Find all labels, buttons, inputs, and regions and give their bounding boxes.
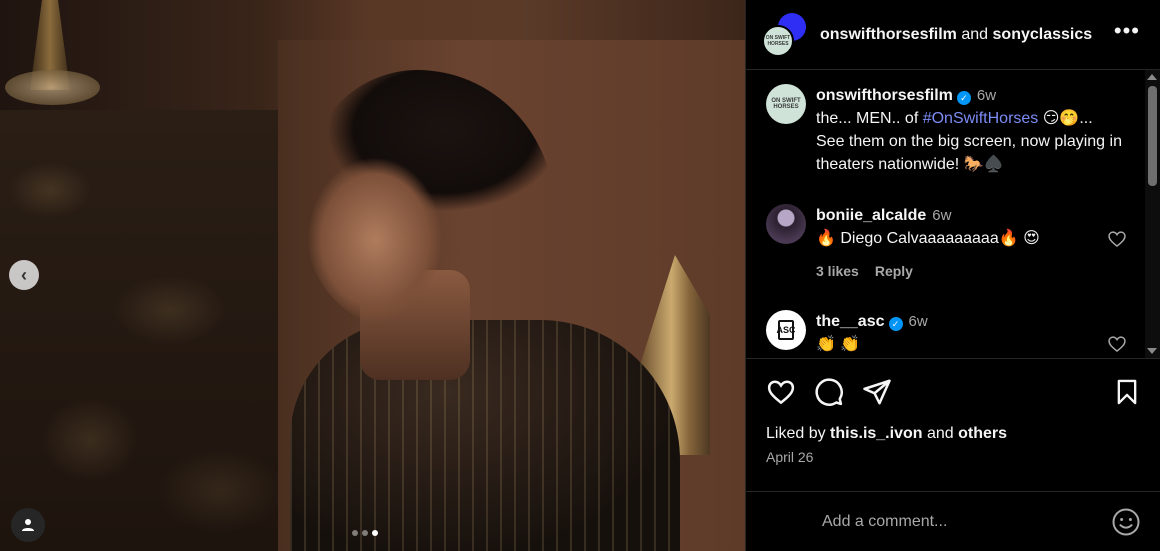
comment-likes-count[interactable]: 3 likes xyxy=(816,260,859,283)
liked-by-user-link[interactable]: this.is_.ivon xyxy=(830,425,922,442)
asc-logo-icon: ASC xyxy=(777,320,796,340)
user-icon xyxy=(22,519,34,531)
comment-body: boniie_alcalde 6w 🔥 Diego Calvaaaaaaaaa🔥 … xyxy=(816,204,1136,283)
post-actions: Liked by this.is_.ivon and others April … xyxy=(746,358,1160,465)
comment-body: the__asc ✓ 6w 👏 👏 xyxy=(816,310,1136,356)
caption-avatar[interactable]: ON SWIFT HORSES xyxy=(766,84,806,124)
add-comment-bar xyxy=(746,491,1160,551)
comment-time[interactable]: 6w xyxy=(932,207,951,224)
caption-text-prefix: the... MEN.. of xyxy=(816,110,923,127)
coauthor-link[interactable]: sonyclassics xyxy=(993,26,1093,43)
scroll-up-arrow-icon[interactable] xyxy=(1147,74,1157,80)
background-wallpaper xyxy=(0,110,290,551)
post-date[interactable]: April 26 xyxy=(766,449,1141,465)
caption-username[interactable]: onswifthorsesfilm xyxy=(816,87,953,104)
post-media[interactable]: ‹ xyxy=(0,0,745,551)
comment-time[interactable]: 6w xyxy=(909,313,928,330)
comment-avatar[interactable]: ASC xyxy=(766,310,806,350)
liked-by-prefix: Liked by xyxy=(766,425,831,442)
comment-reply-button[interactable]: Reply xyxy=(875,260,913,283)
action-bar xyxy=(766,359,1141,425)
liked-by-joiner: and xyxy=(922,425,959,442)
carousel-dot-active xyxy=(372,530,378,536)
comment-meta: 3 likes Reply xyxy=(816,260,1136,283)
comment-bubble-icon[interactable] xyxy=(814,377,844,407)
scroll-down-arrow-icon[interactable] xyxy=(1147,348,1157,354)
caption-body: onswifthorsesfilm ✓ 6w the... MEN.. of #On… xyxy=(816,84,1136,176)
post-side-panel: ON SWIFT HORSES onswifthorsesfilm and so… xyxy=(745,0,1160,551)
avatar-onswifthorsesfilm: ON SWIFT HORSES xyxy=(762,24,794,57)
caption: ON SWIFT HORSES onswifthorsesfilm ✓ 6w the… xyxy=(766,84,1136,176)
carousel-dot xyxy=(362,530,368,536)
caption-text-line2: See them on the big screen, now playing … xyxy=(816,133,1122,173)
like-heart-icon[interactable] xyxy=(766,377,796,407)
comment-username[interactable]: boniie_alcalde xyxy=(816,207,926,224)
comments-scrollbar[interactable] xyxy=(1145,70,1160,358)
scrollbar-thumb[interactable] xyxy=(1148,86,1157,186)
emoji-smiley-icon[interactable] xyxy=(1111,507,1141,537)
comment-avatar[interactable] xyxy=(766,204,806,244)
comment-text: 🔥 Diego Calvaaaaaaaaa🔥 😍 xyxy=(816,230,1040,247)
verified-badge-icon: ✓ xyxy=(956,91,971,105)
comment-item: ASC the__asc ✓ 6w 👏 👏 xyxy=(766,310,1136,356)
subject-shirt xyxy=(290,320,680,551)
carousel-dot xyxy=(352,530,358,536)
post-authors: onswifthorsesfilm and sonyclassics xyxy=(820,26,1092,44)
comment-item: boniie_alcalde 6w 🔥 Diego Calvaaaaaaaaa🔥 … xyxy=(766,204,1136,283)
comments-list[interactable]: ON SWIFT HORSES onswifthorsesfilm ✓ 6w the… xyxy=(746,70,1160,358)
comment-input[interactable] xyxy=(822,512,1111,531)
liked-by: Liked by this.is_.ivon and others xyxy=(766,425,1141,443)
lamp-shade xyxy=(5,70,100,105)
liked-by-others-link[interactable]: others xyxy=(958,425,1007,442)
comment-like-heart-icon[interactable] xyxy=(1107,334,1127,354)
author-joiner: and xyxy=(961,25,989,43)
hashtag-link[interactable]: #OnSwiftHorses xyxy=(923,110,1039,127)
caption-time[interactable]: 6w xyxy=(977,87,996,104)
save-bookmark-icon[interactable] xyxy=(1113,377,1141,407)
author-link[interactable]: onswifthorsesfilm xyxy=(820,26,957,43)
chevron-left-icon: ‹ xyxy=(21,265,27,285)
caption-text-suffix: 😏🤭... xyxy=(1038,110,1093,127)
more-options-button[interactable]: ••• xyxy=(1114,20,1140,42)
carousel-prev-button[interactable]: ‹ xyxy=(9,260,39,290)
post-header: ON SWIFT HORSES onswifthorsesfilm and so… xyxy=(746,0,1160,70)
carousel-indicator xyxy=(352,530,378,536)
comment-like-heart-icon[interactable] xyxy=(1107,229,1127,249)
comment-text: 👏 👏 xyxy=(816,336,861,353)
collab-avatars[interactable]: ON SWIFT HORSES xyxy=(762,12,806,57)
comment-username[interactable]: the__asc xyxy=(816,313,885,330)
verified-badge-icon: ✓ xyxy=(888,317,903,331)
share-send-icon[interactable] xyxy=(862,377,892,407)
tagged-people-button[interactable] xyxy=(11,508,45,542)
